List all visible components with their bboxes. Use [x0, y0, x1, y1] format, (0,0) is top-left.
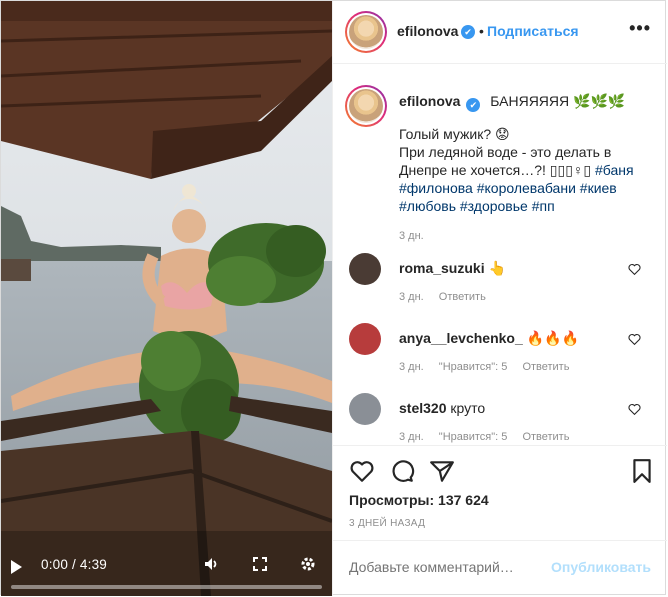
- caption-title: БАНЯЯЯЯЯ 🌿🌿🌿: [490, 93, 626, 109]
- caption-date: 3 дн.: [399, 230, 424, 242]
- commenter-username[interactable]: stel320: [399, 400, 446, 416]
- separator-dot: •: [479, 23, 484, 39]
- video-time: 0:00 / 4:39: [41, 557, 108, 572]
- commenter-avatar[interactable]: [349, 253, 381, 285]
- share-icon[interactable]: [429, 458, 455, 484]
- comments-list[interactable]: efilonova ✔ БАНЯЯЯЯЯ 🌿🌿🌿 Голый мужик? 😟 …: [333, 65, 667, 445]
- commenter-username[interactable]: roma_suzuki: [399, 260, 485, 276]
- reply-button[interactable]: Ответить: [522, 431, 569, 443]
- video-player[interactable]: 0:00 / 4:39: [1, 1, 332, 596]
- avatar[interactable]: [345, 11, 387, 53]
- add-comment-input[interactable]: [349, 559, 549, 575]
- comment-like-icon[interactable]: [628, 403, 641, 416]
- add-comment-bar: Опубликовать: [333, 540, 667, 596]
- post-side-panel: efilonova ✔ • Подписаться ••• efilonova …: [332, 1, 667, 596]
- reply-button[interactable]: Ответить: [439, 291, 486, 303]
- settings-icon[interactable]: [299, 555, 317, 573]
- caption-header: efilonova ✔ БАНЯЯЯЯЯ 🌿🌿🌿: [399, 93, 625, 112]
- video-progress-bar[interactable]: [11, 585, 322, 589]
- comment-likes[interactable]: "Нравится": 5: [439, 361, 508, 373]
- comment-age: 3 дн.: [399, 361, 424, 373]
- play-icon[interactable]: [11, 560, 22, 574]
- commenter-username[interactable]: anya__levchenko_: [399, 330, 523, 346]
- comment-item: anya__levchenko_ 🔥🔥🔥 3 дн. "Нравится": 5…: [333, 323, 667, 387]
- comment-like-icon[interactable]: [628, 263, 641, 276]
- comment-text: 🔥🔥🔥: [526, 330, 579, 346]
- post-header: efilonova ✔ • Подписаться •••: [333, 1, 667, 64]
- video-frame: [1, 1, 332, 596]
- volume-icon[interactable]: [203, 555, 221, 573]
- comment-age: 3 дн.: [399, 431, 424, 443]
- comment-like-icon[interactable]: [628, 333, 641, 346]
- posted-time: 3 ДНЕЙ НАЗАД: [349, 518, 426, 529]
- hashtag-links[interactable]: #любовь #здоровье #пп: [399, 197, 659, 215]
- caption-username[interactable]: efilonova: [399, 93, 460, 109]
- comment-item: roma_suzuki 👆 3 дн. Ответить: [333, 253, 667, 317]
- publish-button[interactable]: Опубликовать: [551, 559, 651, 575]
- commenter-avatar[interactable]: [349, 393, 381, 425]
- instagram-post: 0:00 / 4:39 efilonova ✔ • Подписаться ••…: [0, 0, 667, 596]
- comment-icon[interactable]: [389, 458, 415, 484]
- caption-line: При ледяной воде - это делать в: [399, 144, 612, 160]
- comment-item: stel320 круто 3 дн. "Нравится": 5 Ответи…: [333, 393, 667, 445]
- heart-icon[interactable]: [349, 458, 375, 484]
- comment-text: 👆: [488, 260, 506, 276]
- fullscreen-icon[interactable]: [251, 555, 269, 573]
- caption-avatar[interactable]: [345, 85, 387, 127]
- reply-button[interactable]: Ответить: [522, 361, 569, 373]
- caption-line: Голый мужик? 😟: [399, 126, 510, 142]
- post-actions: Просмотры: 137 624 3 ДНЕЙ НАЗАД: [333, 445, 667, 540]
- caption-body: Голый мужик? 😟 При ледяной воде - это де…: [399, 125, 659, 215]
- comment-likes[interactable]: "Нравится": 5: [439, 431, 508, 443]
- view-count[interactable]: Просмотры: 137 624: [349, 492, 489, 508]
- author-username[interactable]: efilonova: [397, 23, 458, 39]
- comment-age: 3 дн.: [399, 291, 424, 303]
- verified-badge-icon: ✔: [466, 98, 481, 112]
- comment-text: круто: [450, 400, 486, 416]
- follow-button[interactable]: Подписаться: [487, 23, 579, 39]
- caption-line: Днепре не хочется…?! ▯▯▯♀▯ #баня: [399, 162, 634, 178]
- hashtag-link[interactable]: #баня: [595, 162, 634, 178]
- verified-badge-icon: ✔: [461, 25, 475, 39]
- commenter-avatar[interactable]: [349, 323, 381, 355]
- video-controls: 0:00 / 4:39: [1, 540, 332, 596]
- more-options-icon[interactable]: •••: [629, 18, 651, 39]
- hashtag-links[interactable]: #филонова #королевабани #киев: [399, 179, 659, 197]
- bookmark-icon[interactable]: [629, 458, 655, 484]
